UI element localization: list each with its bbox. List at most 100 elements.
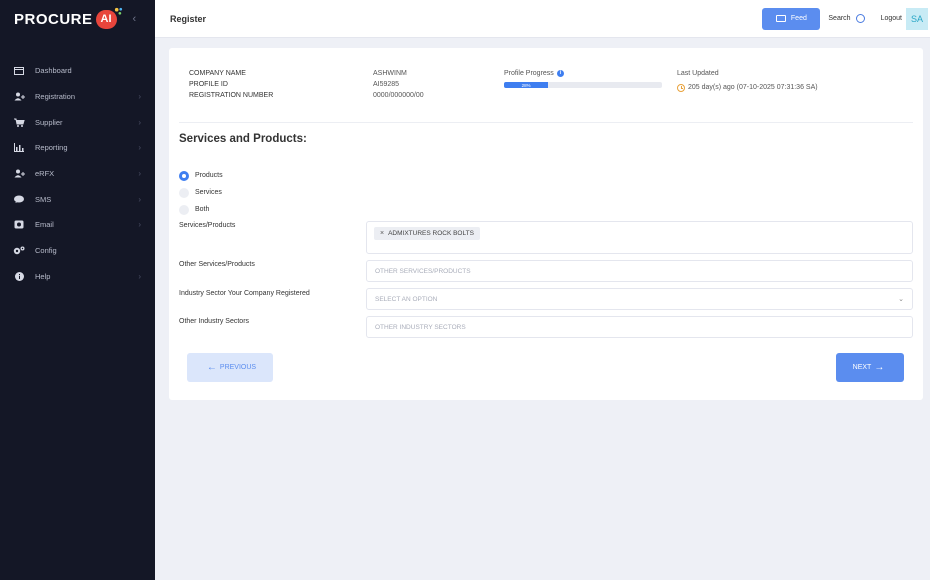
chevron-right-icon: › (138, 117, 141, 127)
previous-button[interactable]: ← PREVIOUS (187, 353, 273, 382)
progress-bar: 28% (504, 82, 662, 88)
feed-button[interactable]: Feed (762, 7, 821, 30)
radio-option-products[interactable]: Products (179, 167, 223, 184)
arrow-left-icon: ← (206, 362, 217, 373)
company-name-value: ASHWINM (373, 70, 407, 77)
collapse-sidebar-icon[interactable]: ‹ (133, 13, 137, 25)
sidebar-item-label: SMS (35, 194, 52, 204)
feed-icon (775, 15, 786, 22)
clock-icon (677, 83, 685, 92)
sidebar-item-reporting[interactable]: Reporting › (0, 135, 155, 161)
sidebar-item-erfx[interactable]: eRFX › (0, 161, 155, 187)
chevron-down-icon: ⌄ (898, 296, 904, 303)
radio-label: Products (195, 172, 223, 179)
logo-dots-icon (114, 7, 122, 15)
industry-sector-select[interactable]: SELECT AN OPTION ⌄ (366, 288, 913, 310)
brand-logo-text: PROCURE (14, 10, 93, 28)
search-label[interactable]: Search (828, 15, 850, 22)
registration-number-value: 0000/000000/00 (373, 92, 424, 99)
sidebar-item-config[interactable]: Config (0, 238, 155, 264)
chevron-right-icon: › (138, 271, 141, 281)
selected-chip[interactable]: × ADMIXTURES ROCK BOLTS (374, 227, 480, 240)
industry-sector-label: Industry Sector Your Company Registered (179, 290, 310, 297)
top-bar: Register Feed Search Logout SA (155, 0, 930, 38)
registration-number-label: REGISTRATION NUMBER (189, 92, 274, 99)
last-updated: Last Updated 205 day(s) ago (07-10-2025 … (677, 68, 818, 93)
radio-button[interactable] (179, 170, 189, 181)
user-plus-icon (13, 92, 25, 102)
arrow-right-icon: → (874, 362, 885, 373)
company-name-label: COMPANY NAME (189, 70, 246, 77)
sidebar: PROCURE AI ‹ Dashboard Registration › Suppl… (0, 0, 155, 580)
sidebar-item-supplier[interactable]: Supplier › (0, 109, 155, 135)
other-industry-input[interactable]: OTHER INDUSTRY SECTORS (366, 316, 913, 338)
brand[interactable]: PROCURE AI ‹ (0, 0, 155, 38)
sidebar-item-label: Email (35, 220, 54, 230)
chevron-right-icon: › (138, 169, 141, 179)
avatar[interactable]: SA (906, 7, 928, 30)
services-products-label: Services/Products (179, 222, 236, 229)
profile-progress-label: Profile Progress (504, 70, 554, 77)
chevron-right-icon: › (138, 194, 141, 204)
info-icon (13, 271, 25, 281)
radio-label: Both (195, 206, 210, 213)
profile-labels: COMPANY NAME PROFILE ID REGISTRATION NUM… (189, 68, 273, 101)
profile-id-label: PROFILE ID (189, 81, 228, 88)
cart-icon (13, 117, 25, 127)
chat-icon (13, 194, 25, 204)
search-icon[interactable] (855, 14, 865, 23)
sidebar-item-label: Config (35, 246, 57, 256)
brand-logo-ai: AI (100, 13, 112, 25)
radio-button[interactable] (179, 187, 189, 198)
other-services-label: Other Services/Products (179, 261, 255, 268)
industry-sector-placeholder: SELECT AN OPTION (375, 295, 438, 303)
monitor-icon (13, 66, 25, 76)
radio-label: Services (195, 189, 222, 196)
progress-bar-fill: 28% (504, 82, 549, 88)
other-industry-label: Other Industry Sectors (179, 318, 250, 325)
chevron-right-icon: › (138, 143, 141, 153)
divider (179, 122, 913, 123)
chevron-right-icon: › (138, 220, 141, 230)
sidebar-item-label: Reporting (35, 143, 68, 153)
sidebar-item-registration[interactable]: Registration › (0, 84, 155, 110)
remove-chip-icon[interactable]: × (380, 230, 384, 237)
feed-button-label: Feed (790, 15, 807, 22)
selected-chip-label: ADMIXTURES ROCK BOLTS (388, 230, 474, 237)
envelope-icon (13, 220, 25, 230)
user-plus-icon (13, 169, 25, 179)
sidebar-item-label: eRFX (35, 169, 55, 179)
next-button-label: NEXT (852, 364, 872, 371)
sidebar-item-sms[interactable]: SMS › (0, 186, 155, 212)
sidebar-item-email[interactable]: Email › (0, 212, 155, 238)
chevron-right-icon: › (138, 92, 141, 102)
chart-icon (13, 143, 25, 153)
section-title: Services and Products: (179, 133, 307, 145)
sidebar-item-label: Supplier (35, 117, 63, 127)
logout-link[interactable]: Logout (881, 15, 902, 22)
sidebar-item-label: Help (35, 271, 51, 281)
page-title: Register (170, 13, 207, 24)
gears-icon (13, 246, 25, 256)
profile-progress: Profile Progress i 28% (504, 68, 664, 88)
profile-values: ASHWINM AI59285 0000/000000/00 (373, 68, 424, 101)
last-updated-value: 205 day(s) ago (07-10-2025 07:31:36 SA) (688, 84, 818, 91)
profile-id-value: AI59285 (373, 81, 400, 88)
next-button[interactable]: NEXT → (836, 353, 904, 382)
radio-option-both[interactable]: Both (179, 201, 223, 218)
previous-button-label: PREVIOUS (219, 364, 257, 371)
service-type-radio-group: Products Services Both (179, 167, 223, 218)
radio-button[interactable] (179, 204, 189, 215)
radio-option-services[interactable]: Services (179, 184, 223, 201)
other-services-input[interactable]: OTHER SERVICES/PRODUCTS (366, 260, 913, 282)
sidebar-nav: Dashboard Registration › Supplier › Reporting… (0, 58, 155, 289)
last-updated-label: Last Updated (677, 70, 719, 77)
registration-card: COMPANY NAME PROFILE ID REGISTRATION NUM… (169, 48, 923, 400)
services-products-multiselect[interactable]: × ADMIXTURES ROCK BOLTS (366, 221, 913, 254)
profile-summary: COMPANY NAME PROFILE ID REGISTRATION NUM… (189, 68, 913, 118)
sidebar-item-label: Dashboard (35, 66, 72, 76)
brand-logo-badge: AI (95, 7, 122, 29)
info-icon[interactable]: i (556, 70, 564, 77)
sidebar-item-dashboard[interactable]: Dashboard (0, 58, 155, 84)
sidebar-item-help[interactable]: Help › (0, 264, 155, 290)
